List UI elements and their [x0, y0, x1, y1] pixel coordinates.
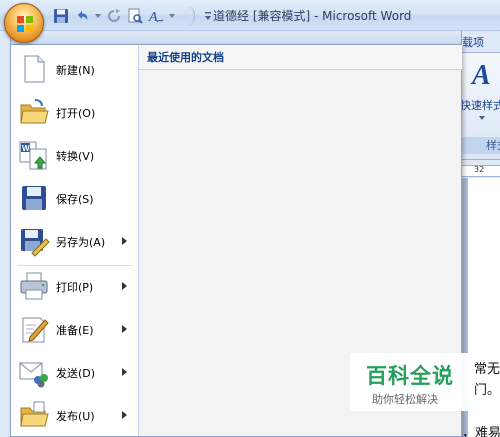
office-button[interactable] — [4, 3, 44, 43]
svg-text:W: W — [22, 144, 30, 153]
open-folder-icon — [20, 99, 49, 124]
watermark-tagline: 助你轻松解决 — [372, 393, 438, 406]
svg-text:A: A — [470, 60, 491, 90]
office-menu-commands: 新建(N) 打开(O) W 转换(V) 保存(S) 另存为(A) 打印(P) 准… — [11, 45, 138, 436]
save-icon — [22, 186, 46, 210]
ruler-tick-label: 32 — [474, 165, 485, 174]
menu-item-label: 另存为(A) — [56, 236, 106, 249]
menu-item-label: 打开(O) — [56, 107, 96, 120]
recent-documents-header: 最近使用的文档 — [139, 45, 462, 70]
submenu-arrow-icon — [122, 282, 127, 290]
horizontal-ruler: 32 — [460, 165, 500, 177]
prepare-icon — [22, 317, 49, 343]
publish-icon — [20, 401, 49, 427]
menu-item-label: 保存(S) — [56, 193, 94, 206]
convert-icon: W — [19, 141, 47, 170]
text-style-dropdown-icon[interactable] — [168, 7, 176, 25]
quick-styles-button[interactable]: 快速样式 — [460, 97, 500, 113]
menu-item-print[interactable]: 打印(P) — [11, 266, 138, 306]
submenu-arrow-icon — [122, 237, 127, 245]
office-logo-icon — [17, 16, 33, 32]
office-menu-top-strip — [10, 31, 462, 45]
send-icon — [19, 362, 48, 388]
text-style-icon[interactable]: A — [147, 7, 165, 25]
submenu-arrow-icon — [122, 325, 127, 333]
document-text-line: 常无 — [474, 362, 500, 377]
menu-item-save[interactable]: 保存(S) — [11, 178, 138, 218]
printer-icon — [20, 272, 48, 300]
menu-item-label: 打印(P) — [56, 281, 94, 294]
qat-end-cap — [179, 6, 195, 26]
svg-text:A: A — [148, 10, 158, 24]
save-icon[interactable] — [52, 7, 70, 25]
menu-item-save-as[interactable]: 另存为(A) — [11, 221, 138, 261]
menu-item-publish[interactable]: 发布(U) — [11, 395, 138, 435]
menu-item-open[interactable]: 打开(O) — [11, 92, 138, 132]
submenu-arrow-icon — [122, 368, 127, 376]
save-as-icon — [21, 229, 50, 257]
menu-item-label: 发送(D) — [56, 367, 96, 380]
menu-item-label: 准备(E) — [56, 324, 94, 337]
new-document-icon — [24, 55, 45, 83]
watermark: 百科全说 助你轻松解决 — [350, 353, 468, 411]
menu-item-label: 发布(U) — [56, 410, 95, 423]
menu-item-prepare[interactable]: 准备(E) — [11, 309, 138, 349]
title-bar: A 道德经 [兼容模式] - Microsoft Word — [0, 0, 500, 31]
menu-item-label: 转换(V) — [56, 150, 95, 163]
document-text-line: 门。 — [474, 383, 500, 398]
menu-item-convert[interactable]: W 转换(V) — [11, 135, 138, 175]
watermark-brand: 百科全说 — [366, 364, 454, 388]
document-text-line: ，难易 — [462, 426, 500, 437]
undo-icon[interactable] — [73, 7, 91, 25]
undo-dropdown-icon[interactable] — [94, 7, 102, 25]
menu-item-send[interactable]: 发送(D) — [11, 352, 138, 392]
submenu-arrow-icon — [122, 411, 127, 419]
repeat-icon[interactable] — [105, 7, 123, 25]
styles-group-label: 样式 — [460, 137, 500, 154]
menu-item-new[interactable]: 新建(N) — [11, 49, 138, 89]
quick-styles-dropdown-icon[interactable] — [479, 116, 485, 120]
quick-access-toolbar: A — [52, 6, 214, 26]
menu-item-label: 新建(N) — [56, 64, 95, 77]
print-preview-icon[interactable] — [126, 7, 144, 25]
document-page[interactable] — [468, 178, 500, 437]
quick-styles-icon: A — [470, 60, 491, 90]
tab-add-ins[interactable]: 载项 — [462, 34, 484, 50]
window-title: 道德经 [兼容模式] - Microsoft Word — [213, 9, 412, 23]
